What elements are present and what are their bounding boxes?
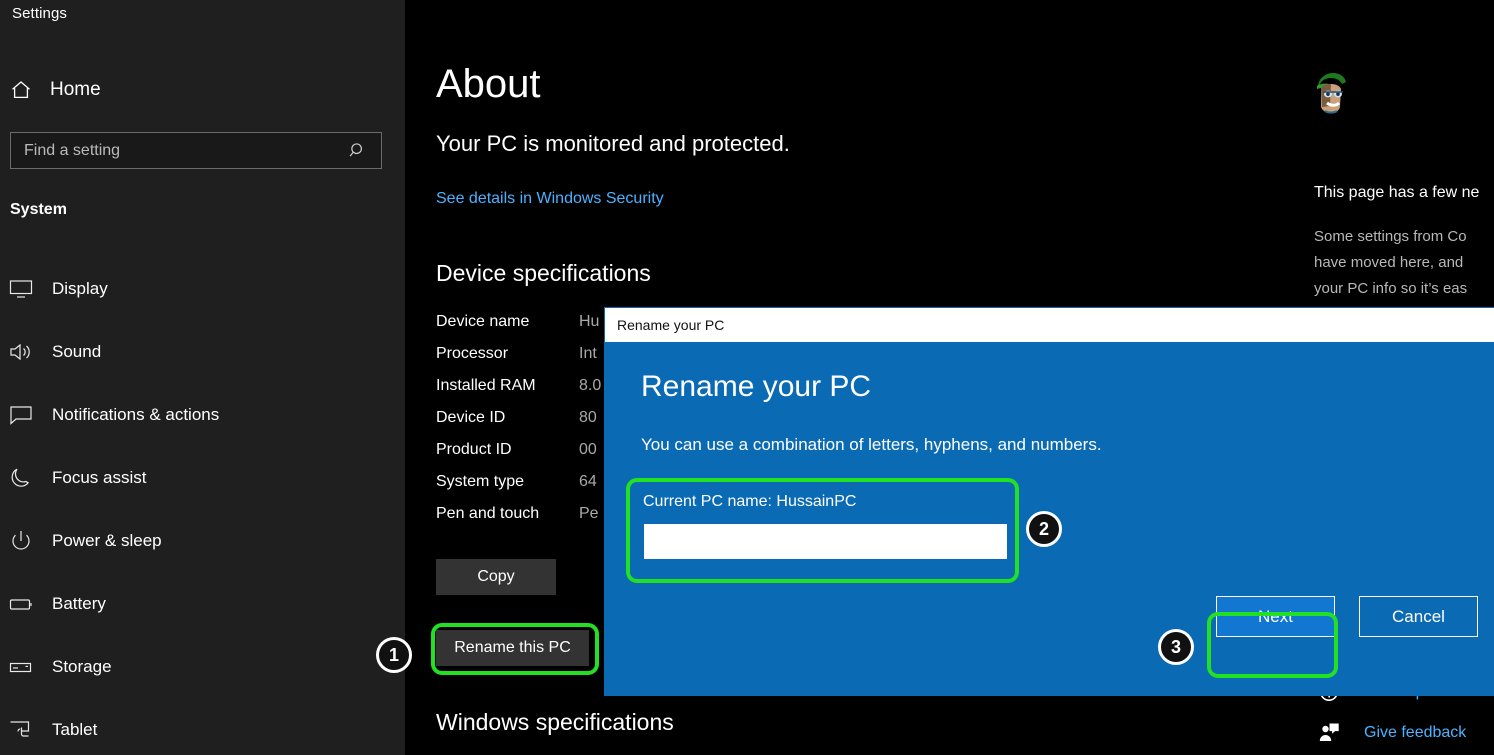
settings-window: Settings Home System — [0, 0, 1494, 755]
info-panel-title: This page has a few ne — [1314, 184, 1479, 202]
spec-value: 64 — [579, 473, 597, 491]
search-input[interactable] — [11, 142, 347, 160]
tablet-icon — [8, 717, 34, 743]
sidebar-item-focus-assist[interactable]: Focus assist — [0, 457, 405, 499]
feedback-person-icon — [1318, 722, 1340, 744]
table-row: Device name Hu — [436, 313, 601, 345]
power-icon — [8, 528, 34, 554]
sidebar-item-power-sleep-label: Power & sleep — [52, 531, 162, 551]
dialog-heading: Rename your PC — [641, 370, 871, 404]
sidebar-item-storage[interactable]: Storage — [0, 646, 405, 688]
app-title: Settings — [12, 5, 67, 22]
sidebar-item-storage-label: Storage — [52, 657, 112, 677]
sidebar-item-display-label: Display — [52, 279, 108, 299]
spec-key: Product ID — [436, 441, 579, 459]
table-row: Device ID 80 — [436, 409, 601, 441]
give-feedback-label: Give feedback — [1364, 724, 1466, 742]
spec-key: System type — [436, 473, 579, 491]
spec-value: Hu — [579, 313, 599, 331]
chat-bubble-icon — [8, 402, 34, 428]
search-icon[interactable] — [347, 140, 369, 162]
page-title: About — [436, 62, 541, 107]
battery-icon — [8, 591, 34, 617]
dialog-titlebar: Rename your PC — [605, 308, 1494, 342]
protection-status: Your PC is monitored and protected. — [436, 131, 790, 157]
drive-icon — [8, 654, 34, 680]
table-row: Product ID 00 — [436, 441, 601, 473]
dialog-body: Rename your PC You can use a combination… — [605, 342, 1494, 695]
table-row: Processor Int — [436, 345, 601, 377]
sidebar-item-display[interactable]: Display — [0, 268, 405, 310]
home-icon — [9, 78, 33, 102]
pc-name-group: Current PC name: HussainPC — [627, 479, 1022, 584]
spec-value: 80 — [579, 409, 597, 427]
sidebar-item-sound[interactable]: Sound — [0, 331, 405, 373]
sidebar-item-tablet[interactable]: Tablet — [0, 709, 405, 751]
moon-icon — [8, 465, 34, 491]
cartoon-avatar-icon — [1312, 70, 1354, 117]
spec-key: Installed RAM — [436, 377, 579, 395]
windows-specifications-heading: Windows specifications — [436, 709, 674, 736]
sidebar-item-home[interactable]: Home — [0, 72, 405, 108]
search-box[interactable] — [10, 132, 382, 169]
sidebar-nav-list: Display Sound Notifications & actio — [0, 268, 405, 755]
sidebar-item-battery-label: Battery — [52, 594, 106, 614]
sidebar-item-notifications[interactable]: Notifications & actions — [0, 394, 405, 436]
info-panel-body-line-2: have moved here, and — [1314, 250, 1467, 276]
sidebar-item-home-label: Home — [50, 79, 101, 101]
sidebar-section-title: System — [10, 201, 67, 219]
table-row: Installed RAM 8.0 — [436, 377, 601, 409]
device-specifications-table: Device name Hu Processor Int Installed R… — [436, 313, 601, 537]
copy-button[interactable]: Copy — [436, 559, 556, 595]
table-row: Pen and touch Pe — [436, 505, 601, 537]
speaker-icon — [8, 339, 34, 365]
sidebar-item-focus-assist-label: Focus assist — [52, 468, 146, 488]
spec-value: Pe — [579, 505, 599, 523]
spec-key: Device ID — [436, 409, 579, 427]
spec-key: Pen and touch — [436, 505, 579, 523]
sidebar-item-notifications-label: Notifications & actions — [52, 405, 219, 425]
dialog-titlebar-text: Rename your PC — [617, 317, 724, 333]
spec-value: 00 — [579, 441, 597, 459]
give-feedback-link[interactable]: Give feedback — [1318, 722, 1466, 744]
info-panel-body-line-1: Some settings from Co — [1314, 224, 1467, 250]
windows-security-link[interactable]: See details in Windows Security — [436, 190, 664, 208]
cancel-button[interactable]: Cancel — [1359, 596, 1478, 637]
spec-value: 8.0 — [579, 377, 601, 395]
new-pc-name-input[interactable] — [644, 524, 1007, 559]
sidebar-item-battery[interactable]: Battery — [0, 583, 405, 625]
table-row: System type 64 — [436, 473, 601, 505]
device-specifications-heading: Device specifications — [436, 260, 651, 287]
current-pc-name-label: Current PC name: HussainPC — [643, 493, 856, 511]
spec-value: Int — [579, 345, 597, 363]
sidebar: Settings Home System — [0, 0, 405, 755]
rename-this-pc-button[interactable]: Rename this PC — [436, 630, 589, 666]
spec-key: Device name — [436, 313, 579, 331]
rename-pc-dialog: Rename your PC Rename your PC You can us… — [605, 308, 1494, 695]
info-panel-body-line-3: your PC info so it’s eas — [1314, 276, 1467, 302]
info-panel-body: Some settings from Co have moved here, a… — [1314, 224, 1467, 302]
dialog-subtitle: You can use a combination of letters, hy… — [641, 435, 1102, 455]
monitor-icon — [8, 276, 34, 302]
spec-key: Processor — [436, 345, 579, 363]
next-button[interactable]: Next — [1216, 596, 1335, 637]
sidebar-item-sound-label: Sound — [52, 342, 101, 362]
sidebar-item-power-sleep[interactable]: Power & sleep — [0, 520, 405, 562]
sidebar-item-tablet-label: Tablet — [52, 720, 97, 740]
